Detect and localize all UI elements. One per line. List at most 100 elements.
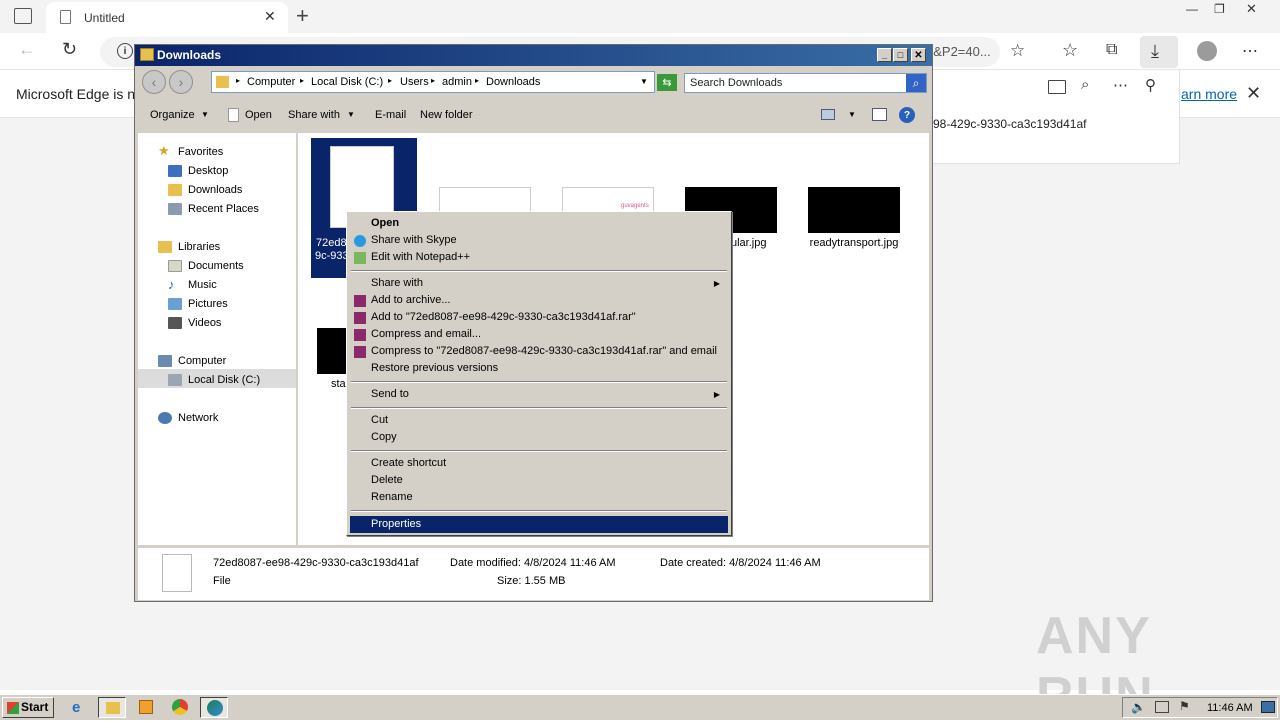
learn-more-link[interactable]: arn more — [1181, 86, 1237, 102]
menu-delete[interactable]: Delete — [350, 472, 728, 489]
nav-desktop[interactable]: Desktop — [168, 162, 228, 180]
title-bar[interactable]: Downloads _ □ ✕ — [135, 45, 932, 66]
file-5-label[interactable]: readytransport.jpg — [808, 237, 900, 249]
nav-libraries-label: Libraries — [178, 241, 221, 253]
minimize-window-icon[interactable]: _ — [877, 48, 892, 62]
refresh-folder-icon[interactable]: ⇆ — [657, 74, 677, 91]
taskbar-media[interactable] — [132, 697, 160, 718]
forward-nav-icon[interactable]: › — [169, 70, 193, 94]
share-dropdown-icon[interactable]: ▼ — [347, 110, 355, 119]
minimize-icon[interactable]: — — [1186, 2, 1198, 16]
menu-copy[interactable]: Copy — [350, 429, 728, 446]
start-button[interactable]: Start — [2, 697, 54, 718]
breadcrumb-dropdown-icon[interactable]: ▼ — [640, 77, 648, 86]
organize-button[interactable]: Organize — [150, 109, 195, 121]
site-info-icon[interactable]: i — [117, 43, 133, 59]
menu-separator — [351, 510, 727, 512]
search-icon[interactable]: ⌕ — [906, 74, 926, 92]
menu-rename[interactable]: Rename — [350, 489, 728, 506]
open-folder-icon[interactable] — [1048, 80, 1066, 94]
menu-delete-label: Delete — [371, 474, 403, 486]
collections-icon[interactable]: ⧉ — [1106, 41, 1117, 59]
menu-add-rar[interactable]: Add to "72ed8087-ee98-429c-9330-ca3c193d… — [350, 309, 728, 326]
breadcrumb-computer[interactable]: Computer — [247, 76, 295, 88]
menu-create-shortcut[interactable]: Create shortcut — [350, 455, 728, 472]
nav-local-disk[interactable]: Local Disk (C:) — [168, 371, 260, 389]
open-button[interactable]: Open — [245, 109, 272, 121]
downloads-button[interactable]: ⤓ — [1140, 36, 1178, 68]
menu-edit-notepad[interactable]: Edit with Notepad++ — [350, 249, 728, 266]
maximize-window-icon[interactable]: □ — [893, 48, 908, 62]
profile-avatar[interactable] — [1197, 41, 1217, 61]
breadcrumb-admin[interactable]: admin — [442, 76, 472, 88]
menu-share-with[interactable]: Share with ▶ — [350, 275, 728, 292]
close-tab-icon[interactable]: ✕ — [264, 8, 276, 25]
search-downloads-icon[interactable]: ⌕ — [1081, 76, 1089, 93]
selected-file-label-2: 9c-933 — [315, 250, 349, 262]
panel-more-icon[interactable]: ⋯ — [1113, 76, 1128, 94]
new-folder-button[interactable]: New folder — [420, 109, 473, 121]
download-item-name[interactable]: 98-429c-9330-ca3c193d41af — [933, 117, 1086, 131]
nav-downloads[interactable]: Downloads — [168, 181, 242, 199]
breadcrumb-downloads[interactable]: Downloads — [486, 76, 540, 88]
breadcrumb[interactable]: ▸ Computer ▸ Local Disk (C:) ▸ Users ▸ a… — [211, 71, 655, 93]
show-desktop-icon[interactable] — [1261, 701, 1275, 713]
view-options-icon[interactable] — [821, 109, 835, 120]
nav-computer[interactable]: Computer — [158, 352, 226, 370]
preview-pane-icon[interactable] — [872, 108, 887, 121]
browser-tab[interactable]: Untitled ✕ — [46, 2, 288, 33]
thumbnail-5[interactable] — [808, 187, 900, 233]
breadcrumb-users[interactable]: Users — [400, 76, 429, 88]
close-info-bar-icon[interactable]: ✕ — [1246, 83, 1261, 104]
new-tab-icon[interactable]: + — [296, 3, 309, 29]
page-icon — [60, 10, 71, 24]
taskbar-explorer[interactable] — [98, 697, 126, 718]
back-icon[interactable]: ← — [18, 39, 36, 60]
nav-videos[interactable]: Videos — [168, 314, 221, 332]
menu-compress-email[interactable]: Compress and email... — [350, 326, 728, 343]
menu-compress-rar-email[interactable]: Compress to "72ed8087-ee98-429c-9330-ca3… — [350, 343, 728, 360]
clock[interactable]: 11:46 AM — [1207, 702, 1253, 714]
nav-libraries[interactable]: Libraries — [158, 238, 220, 256]
location-folder-icon — [216, 76, 229, 88]
close-explorer-icon[interactable]: ✕ — [911, 48, 926, 62]
network-tray-icon[interactable] — [1155, 701, 1169, 713]
menu-open[interactable]: Open — [350, 215, 728, 232]
email-button[interactable]: E-mail — [375, 109, 406, 121]
taskbar-chrome[interactable] — [166, 697, 194, 718]
menu-restore-versions[interactable]: Restore previous versions — [350, 360, 728, 377]
menu-cut[interactable]: Cut — [350, 412, 728, 429]
pin-icon[interactable]: ⚲ — [1145, 76, 1156, 94]
taskbar-ie[interactable]: e — [66, 697, 94, 718]
more-options-icon[interactable]: ⋯ — [1242, 41, 1258, 61]
nav-favorites[interactable]: ★ Favorites — [158, 143, 223, 161]
nav-recent-places[interactable]: Recent Places — [168, 200, 259, 218]
help-icon[interactable]: ? — [899, 107, 915, 123]
menu-create-shortcut-label: Create shortcut — [371, 457, 447, 469]
organize-dropdown-icon[interactable]: ▼ — [201, 110, 209, 119]
add-favorite-icon[interactable]: ☆ — [1010, 41, 1025, 61]
menu-properties[interactable]: Properties — [350, 516, 728, 533]
nav-network[interactable]: Network — [158, 409, 218, 427]
menu-add-archive[interactable]: Add to archive... — [350, 292, 728, 309]
refresh-icon[interactable]: ↻ — [62, 39, 77, 60]
restore-icon[interactable]: ❐ — [1214, 2, 1225, 16]
view-dropdown-icon[interactable]: ▼ — [848, 110, 856, 119]
breadcrumb-local-disk[interactable]: Local Disk (C:) — [311, 76, 383, 88]
tab-actions-icon[interactable] — [14, 8, 32, 24]
close-window-icon[interactable]: ✕ — [1246, 1, 1257, 17]
share-with-button[interactable]: Share with — [288, 109, 340, 121]
menu-share-skype[interactable]: Share with Skype — [350, 232, 728, 249]
menu-send-to[interactable]: Send to ▶ — [350, 386, 728, 403]
volume-icon[interactable]: 🔈 — [1131, 700, 1146, 714]
taskbar-edge[interactable] — [200, 697, 228, 718]
file-4-label[interactable]: ular.jpg — [731, 237, 766, 249]
nav-music[interactable]: ♪ Music — [168, 276, 217, 294]
search-input[interactable]: Search Downloads ⌕ — [684, 73, 927, 93]
favorites-icon[interactable]: ☆ — [1062, 40, 1078, 61]
flag-icon[interactable]: ⚑ — [1179, 699, 1190, 713]
back-nav-icon[interactable]: ‹ — [142, 70, 166, 94]
nav-pictures[interactable]: Pictures — [168, 295, 228, 313]
skype-icon — [354, 235, 366, 247]
nav-documents[interactable]: Documents — [168, 257, 244, 275]
